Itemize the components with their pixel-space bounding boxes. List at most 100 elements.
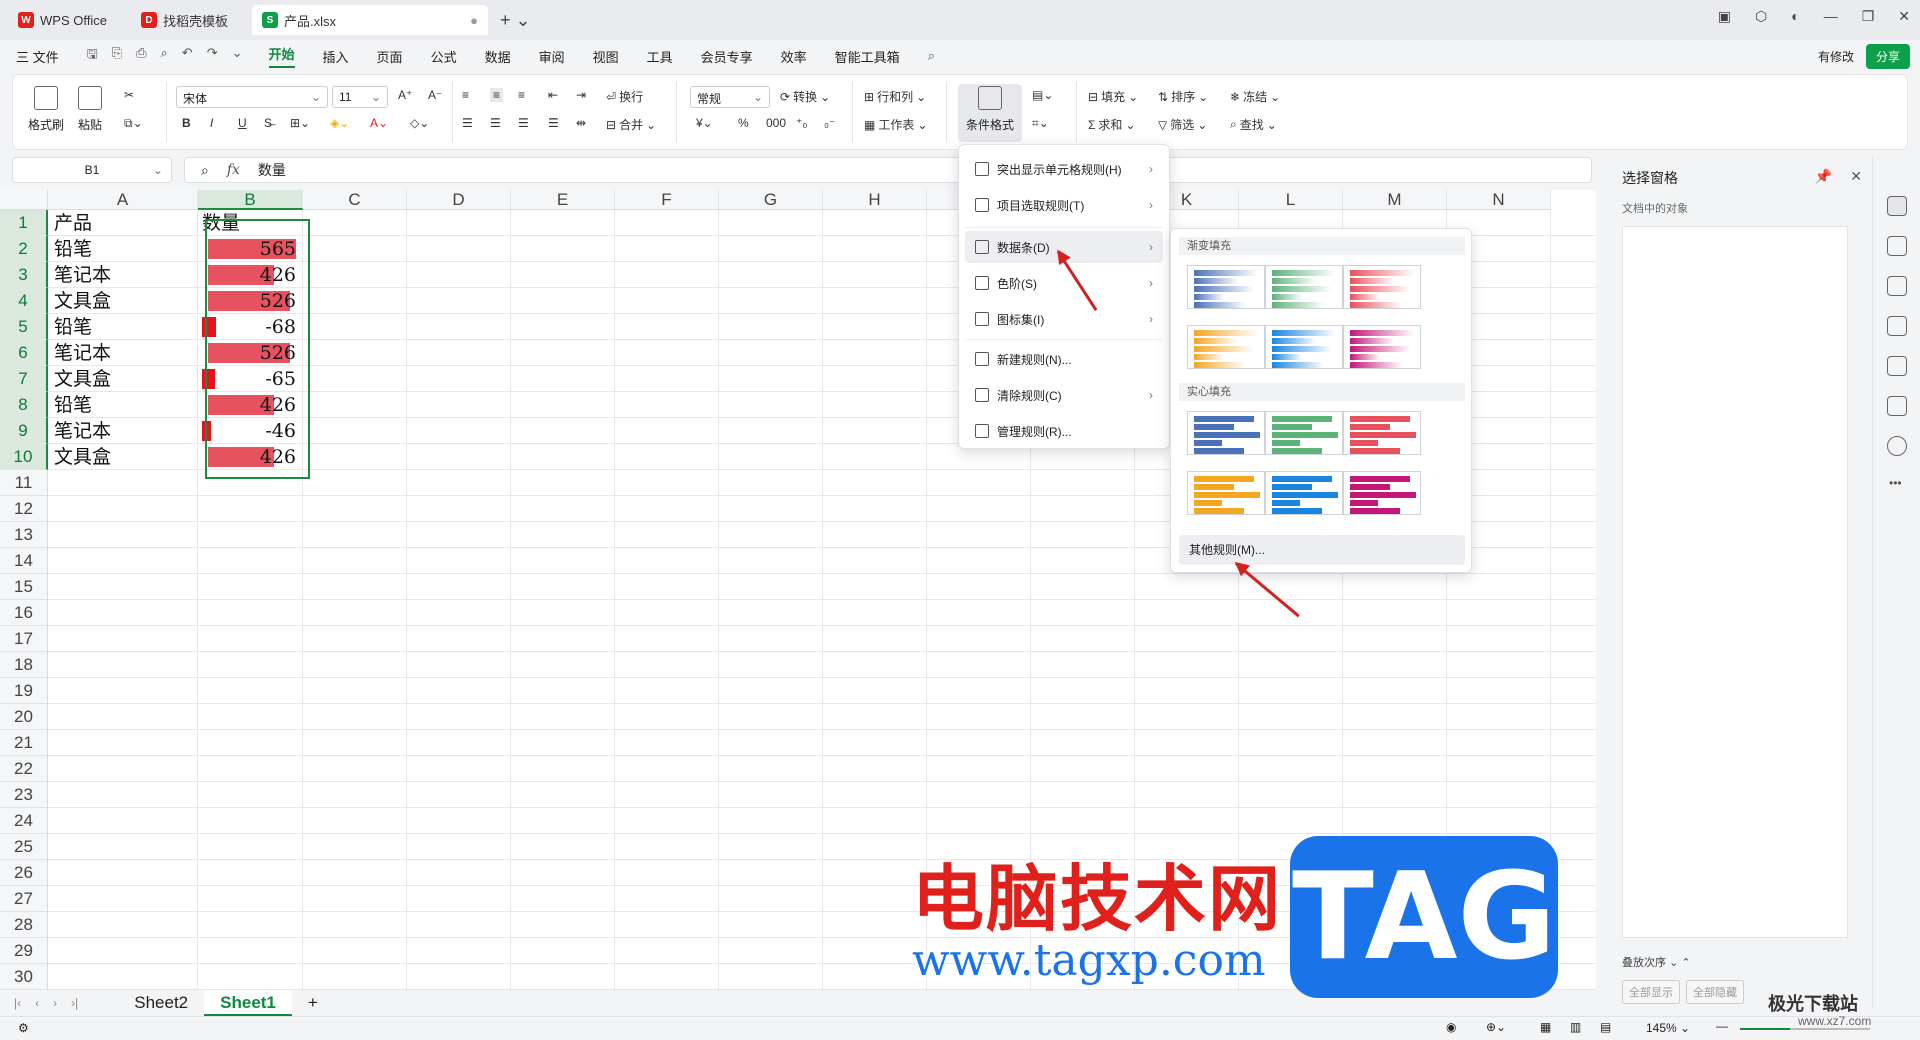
row-header-22[interactable]: 22 bbox=[0, 756, 48, 782]
minimize-icon[interactable]: — bbox=[1824, 8, 1838, 25]
show-all-button[interactable]: 全部显示 bbox=[1622, 980, 1680, 1004]
thousands-icon[interactable]: 000 bbox=[766, 116, 786, 130]
menu-formula[interactable]: 公式 bbox=[431, 47, 457, 66]
menu-icon-sets[interactable]: 图标集(I) › bbox=[965, 303, 1163, 335]
sum-button[interactable]: Σ 求和 ⌄ bbox=[1088, 116, 1136, 133]
share-button[interactable]: 分享 bbox=[1865, 44, 1910, 69]
gradient-bar-swatch[interactable] bbox=[1187, 325, 1265, 369]
menu-color-scales[interactable]: 色阶(S) › bbox=[965, 267, 1163, 299]
edit-icon[interactable] bbox=[1887, 316, 1907, 336]
row-header-18[interactable]: 18 bbox=[0, 652, 48, 678]
menu-view[interactable]: 视图 bbox=[593, 47, 619, 66]
normal-view-icon[interactable]: ▦ bbox=[1540, 1020, 1551, 1034]
shrink-font-icon[interactable]: A⁻ bbox=[428, 88, 442, 102]
solid-bar-swatch[interactable] bbox=[1343, 411, 1421, 455]
cell-border-icon[interactable]: ⌗⌄ bbox=[1032, 116, 1049, 131]
gradient-bar-swatch[interactable] bbox=[1265, 325, 1343, 369]
menu-smart-tools[interactable]: 智能工具箱 bbox=[835, 47, 900, 66]
view-mode-icon[interactable]: ⊕⌄ bbox=[1486, 1020, 1506, 1034]
zoom-slider[interactable] bbox=[1740, 1028, 1870, 1030]
col-header-f[interactable]: F bbox=[615, 190, 719, 210]
file-menu[interactable]: 三 文件 bbox=[16, 47, 59, 66]
align-left-icon[interactable]: ☰ bbox=[462, 116, 473, 130]
freeze-button[interactable]: ❄ 冻结 ⌄ bbox=[1230, 88, 1280, 105]
row-header-20[interactable]: 20 bbox=[0, 704, 48, 730]
settings-icon[interactable] bbox=[1887, 236, 1907, 256]
cube-icon[interactable]: ⬡ bbox=[1755, 8, 1767, 25]
more-chevron-icon[interactable]: ⌄ bbox=[232, 45, 243, 67]
solid-bar-swatch[interactable] bbox=[1343, 471, 1421, 515]
cell-product[interactable]: 铅笔 bbox=[54, 236, 92, 262]
col-header-e[interactable]: E bbox=[511, 190, 615, 210]
style-icon[interactable]: ▤⌄ bbox=[1032, 88, 1053, 102]
row-header-15[interactable]: 15 bbox=[0, 574, 48, 600]
menu-clear-rules[interactable]: 清除规则(C) › bbox=[965, 379, 1163, 411]
strikethrough-icon[interactable]: S̶ bbox=[264, 116, 272, 130]
row-header-3[interactable]: 3 bbox=[0, 262, 48, 288]
row-header-26[interactable]: 26 bbox=[0, 860, 48, 886]
more-rules-button[interactable]: 其他规则(M)... bbox=[1179, 535, 1465, 565]
solid-bar-swatch[interactable] bbox=[1265, 471, 1343, 515]
filter-button[interactable]: ▽ 筛选 ⌄ bbox=[1158, 116, 1207, 133]
align-right-icon[interactable]: ☰ bbox=[518, 116, 529, 130]
menu-insert[interactable]: 插入 bbox=[323, 47, 349, 66]
menu-efficiency[interactable]: 效率 bbox=[781, 47, 807, 66]
row-header-6[interactable]: 6 bbox=[0, 340, 48, 366]
zoom-out-icon[interactable]: — bbox=[1716, 1019, 1728, 1033]
close-window-icon[interactable]: ✕ bbox=[1898, 8, 1910, 25]
row-header-23[interactable]: 23 bbox=[0, 782, 48, 808]
name-box[interactable]: B1 ⌄ bbox=[12, 157, 172, 183]
menu-new-rule[interactable]: 新建规则(N)... bbox=[965, 343, 1163, 375]
merge-button[interactable]: ⊟ 合并 ⌄ bbox=[606, 116, 656, 133]
eye-icon[interactable]: ◉ bbox=[1446, 1020, 1456, 1034]
gradient-bar-swatch[interactable] bbox=[1265, 265, 1343, 309]
modified-status[interactable]: 有修改 bbox=[1818, 48, 1854, 65]
menu-highlight-rules[interactable]: 突出显示单元格规则(H) › bbox=[965, 153, 1163, 185]
page-view-icon[interactable]: ▥ bbox=[1570, 1020, 1581, 1034]
row-header-28[interactable]: 28 bbox=[0, 912, 48, 938]
new-tab-button[interactable]: + ⌄ bbox=[500, 10, 531, 31]
row-header-13[interactable]: 13 bbox=[0, 522, 48, 548]
restore-icon[interactable]: ❐ bbox=[1862, 8, 1875, 25]
formula-input[interactable]: ⌕ fx 数量 bbox=[184, 157, 1592, 183]
menu-manage-rules[interactable]: 管理规则(R)... bbox=[965, 415, 1163, 447]
currency-icon[interactable]: ¥⌄ bbox=[696, 116, 713, 130]
preview-icon[interactable]: ⌕ bbox=[161, 45, 168, 67]
border-icon[interactable]: ⊞⌄ bbox=[290, 116, 310, 130]
menu-member[interactable]: 会员专享 bbox=[701, 47, 753, 66]
print-icon[interactable]: ⎙ bbox=[136, 45, 146, 67]
tab-product-xlsx[interactable]: S 产品.xlsx ● bbox=[251, 5, 488, 35]
row-header-7[interactable]: 7 bbox=[0, 366, 48, 392]
cell-product[interactable]: 文具盒 bbox=[54, 366, 111, 392]
row-header-4[interactable]: 4 bbox=[0, 288, 48, 314]
underline-button[interactable]: U bbox=[238, 116, 247, 130]
solid-bar-swatch[interactable] bbox=[1187, 411, 1265, 455]
layout-icon[interactable]: ▣ bbox=[1718, 8, 1731, 25]
book-icon[interactable] bbox=[1887, 396, 1907, 416]
increase-decimal-icon[interactable]: ⁺₀ bbox=[796, 116, 807, 130]
row-header-21[interactable]: 21 bbox=[0, 730, 48, 756]
zoom-level[interactable]: 145% ⌄ bbox=[1646, 1021, 1690, 1035]
cell-product[interactable]: 铅笔 bbox=[54, 392, 92, 418]
row-header-29[interactable]: 29 bbox=[0, 938, 48, 964]
solid-bar-swatch[interactable] bbox=[1187, 471, 1265, 515]
row-header-24[interactable]: 24 bbox=[0, 808, 48, 834]
row-header-1[interactable]: 1 bbox=[0, 210, 48, 236]
gradient-bar-swatch[interactable] bbox=[1343, 265, 1421, 309]
order-up-icon[interactable]: ⌃ bbox=[1681, 957, 1690, 969]
row-header-27[interactable]: 27 bbox=[0, 886, 48, 912]
col-header-l[interactable]: L bbox=[1239, 190, 1343, 210]
menu-review[interactable]: 审阅 bbox=[539, 47, 565, 66]
menu-tools[interactable]: 工具 bbox=[647, 47, 673, 66]
col-header-a[interactable]: A bbox=[48, 190, 198, 210]
number-format-select[interactable]: 常规 ⌄ bbox=[690, 86, 770, 108]
col-header-g[interactable]: G bbox=[719, 190, 823, 210]
shape-icon[interactable] bbox=[1887, 276, 1907, 296]
row-header-25[interactable]: 25 bbox=[0, 834, 48, 860]
percent-icon[interactable]: % bbox=[738, 116, 749, 130]
next-sheet-icon[interactable]: › bbox=[53, 996, 57, 1010]
sort-button[interactable]: ⇅ 排序 ⌄ bbox=[1158, 88, 1208, 105]
col-header-h[interactable]: H bbox=[823, 190, 927, 210]
distribute-icon[interactable]: ⇹ bbox=[576, 116, 586, 130]
fill-color-icon[interactable]: ◈⌄ bbox=[330, 116, 349, 130]
